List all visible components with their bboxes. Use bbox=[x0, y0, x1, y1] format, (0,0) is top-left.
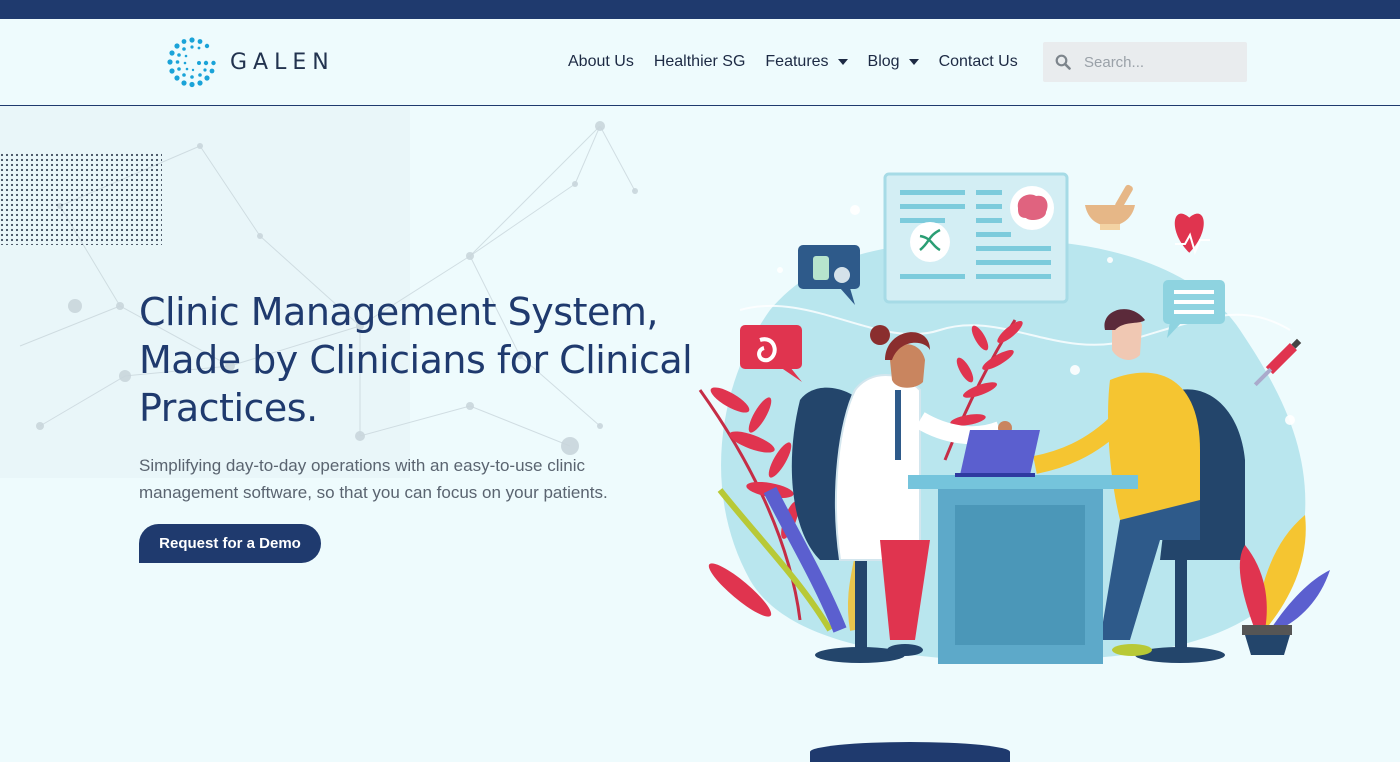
search-icon[interactable] bbox=[1055, 54, 1071, 70]
main-nav: About Us Healthier SG Features Blog Cont… bbox=[568, 50, 1038, 74]
nav-label: Healthier SG bbox=[653, 53, 746, 70]
nav-item-healthier-sg[interactable]: Healthier SG bbox=[654, 53, 746, 71]
nav-label: Blog bbox=[867, 53, 900, 70]
hero-subtitle: Simplifying day-to-day operations with a… bbox=[139, 456, 608, 502]
nav-item-blog[interactable]: Blog bbox=[868, 53, 919, 71]
nav-label: Features bbox=[765, 53, 829, 70]
chevron-down-icon bbox=[908, 59, 919, 65]
brand-name: GALEN bbox=[230, 49, 335, 75]
hero-title: Clinic Management System, Made by Clinic… bbox=[139, 290, 693, 430]
search-input[interactable] bbox=[1082, 52, 1236, 72]
brand-logo[interactable]: GALEN bbox=[166, 36, 335, 88]
search-box[interactable] bbox=[1043, 42, 1247, 82]
site-header: GALEN About Us Healthier SG Features Blo… bbox=[0, 19, 1400, 106]
section-divider-arc bbox=[810, 742, 1010, 762]
dot-grid-decoration bbox=[0, 153, 162, 245]
nav-item-about-us[interactable]: About Us bbox=[568, 53, 634, 71]
galen-logo-icon bbox=[167, 37, 216, 88]
nav-label: Contact Us bbox=[938, 53, 1018, 70]
nav-label: About Us bbox=[568, 53, 634, 70]
nav-item-features[interactable]: Features bbox=[765, 53, 848, 71]
request-demo-button[interactable]: Request for a Demo bbox=[139, 524, 321, 563]
chevron-down-icon bbox=[837, 59, 848, 65]
top-accent-bar bbox=[0, 0, 1400, 19]
doctor-patient-illustration bbox=[698, 172, 1330, 664]
nav-item-contact-us[interactable]: Contact Us bbox=[939, 53, 1018, 71]
